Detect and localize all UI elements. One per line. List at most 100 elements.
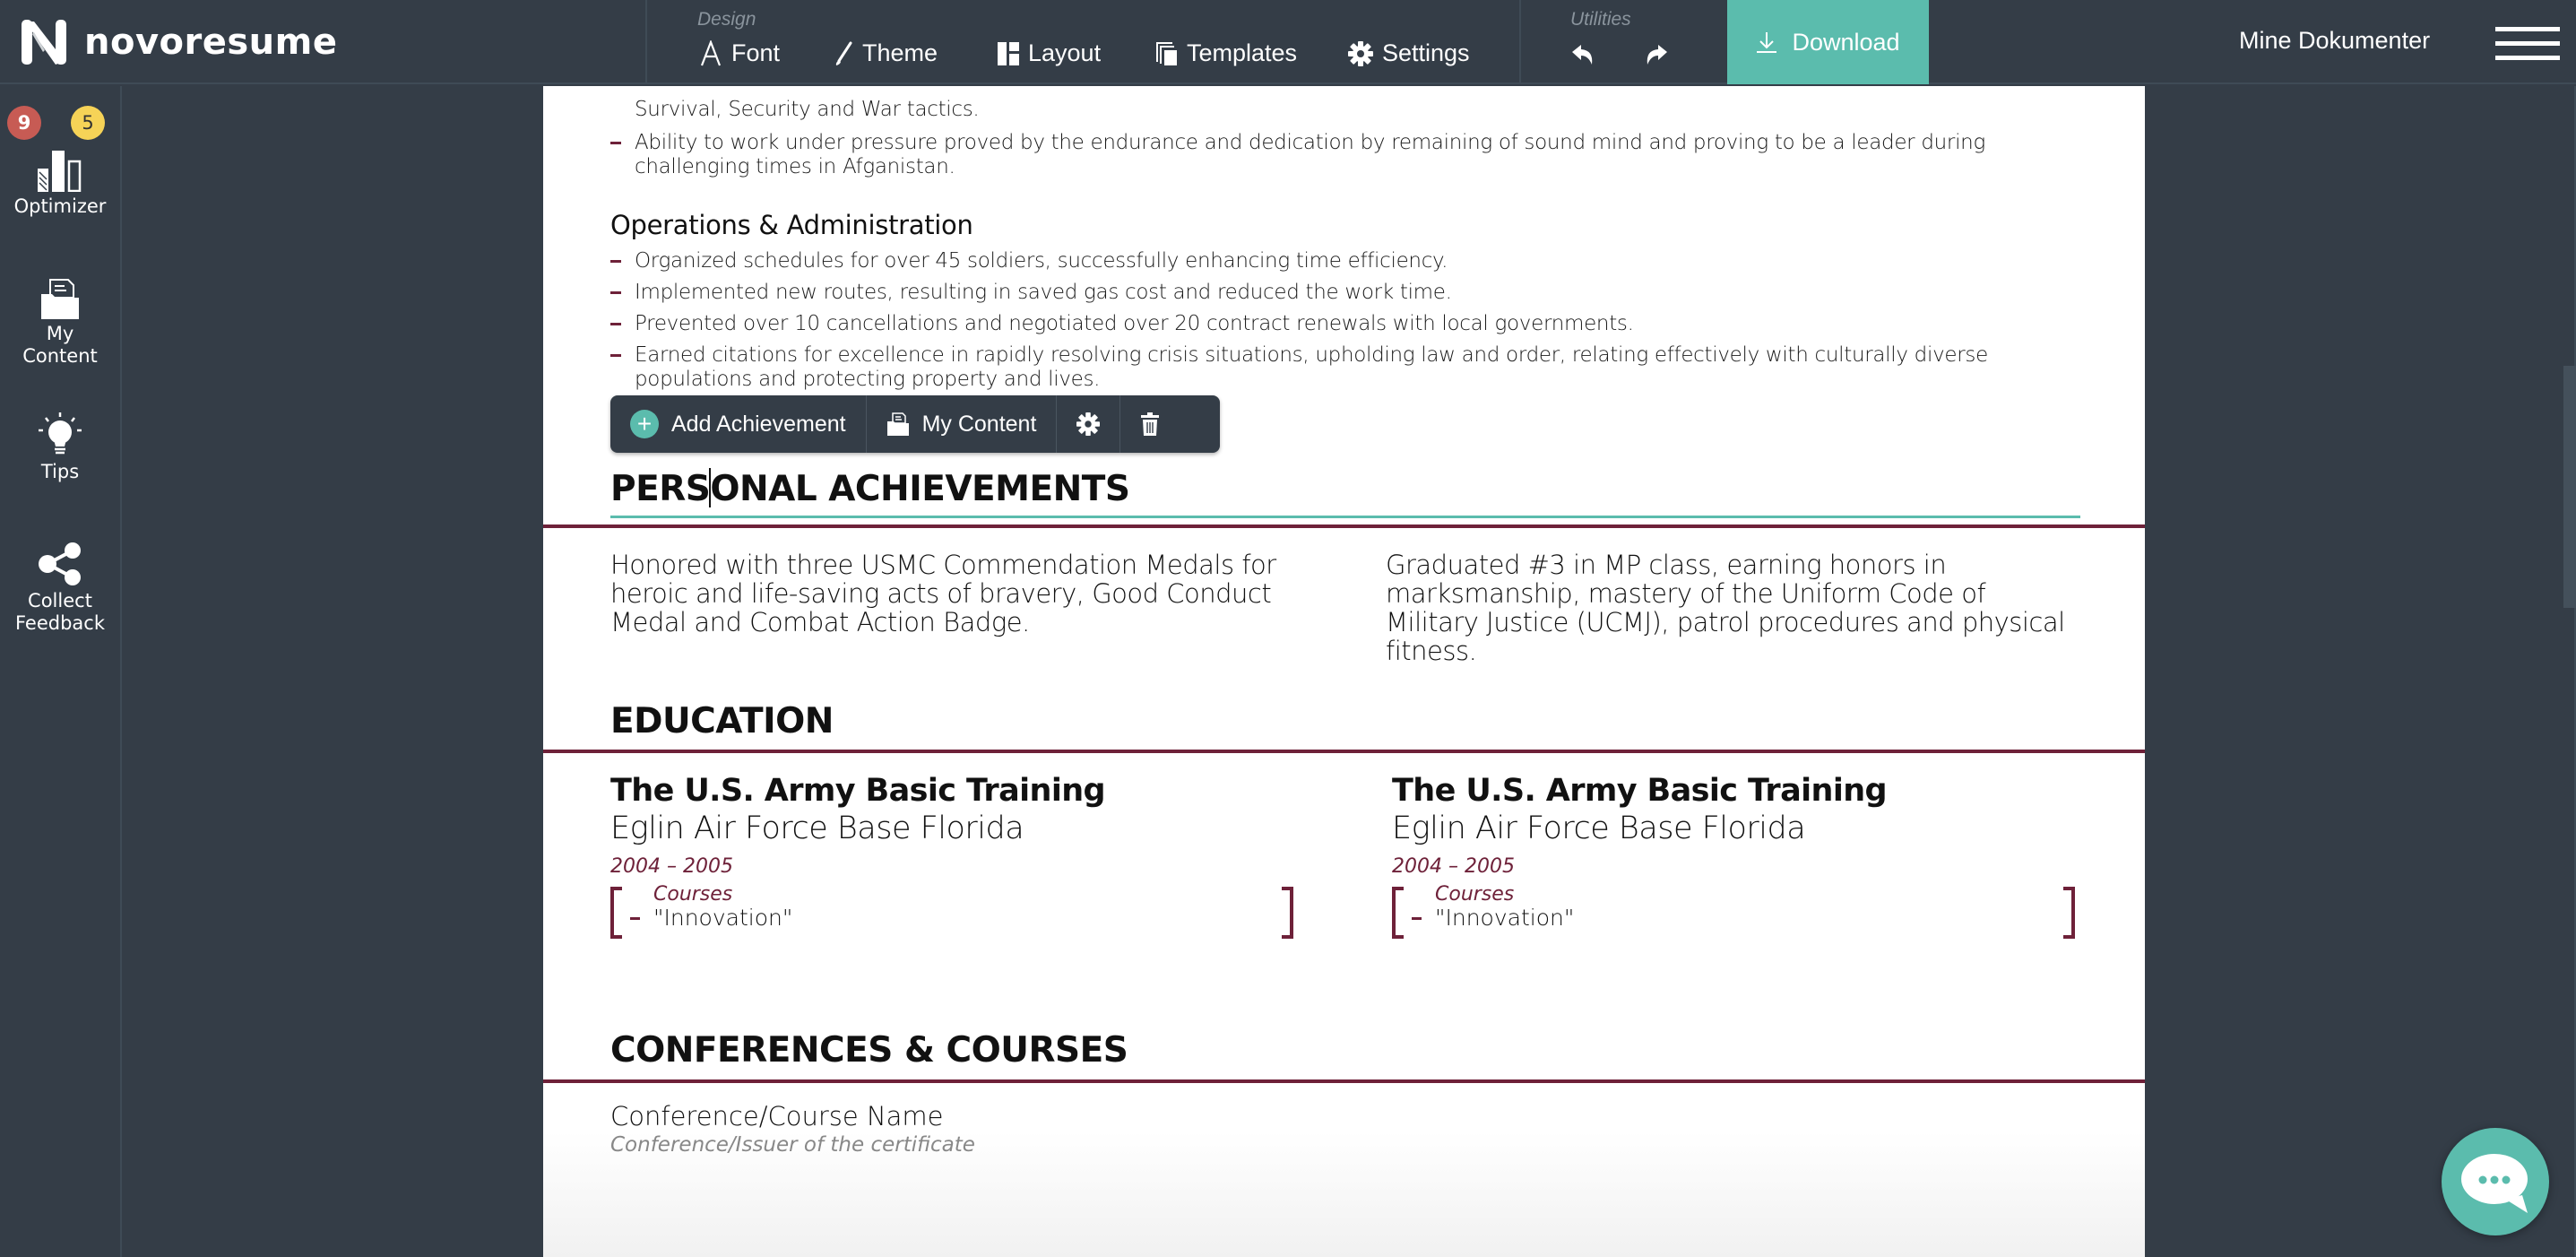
section-title-achievements[interactable]: PERSONAL ACHIEVEMENTS (610, 468, 2080, 509)
sidebar-item-label: Content (22, 345, 98, 367)
education-entry[interactable]: The U.S. Army Basic Training Eglin Air F… (1392, 773, 2075, 941)
conference-entry[interactable]: Conference/Course Name Conference/Issuer… (610, 1101, 2080, 1157)
chat-bubble-icon (2461, 1154, 2528, 1213)
courses-label: Courses (1435, 883, 1515, 906)
bullet-dash (610, 142, 621, 144)
bullet-item[interactable]: Implemented new routes, resulting in sav… (610, 281, 2080, 305)
my-content-label: My Content (921, 411, 1037, 437)
achievements-section-header: PERSONAL ACHIEVEMENTS (610, 468, 2080, 509)
redo-button[interactable] (1642, 43, 1669, 66)
sidebar-item-collect-feedback[interactable]: Collect Feedback (0, 542, 120, 635)
scrollbar-thumb[interactable] (2563, 366, 2576, 608)
sidebar-item-my-content[interactable]: My Content (0, 278, 120, 368)
design-group-label: Design (697, 9, 756, 30)
utilities-group-label: Utilities (1570, 9, 1631, 30)
bullet-text: Implemented new routes, resulting in sav… (635, 281, 1452, 304)
operations-subsection: Operations & Administration Organized sc… (610, 210, 2080, 392)
bullet-item[interactable]: Organized schedules for over 45 soldiers… (610, 249, 2080, 273)
hamburger-icon-line (2495, 41, 2560, 46)
section-divider (543, 750, 2145, 753)
bullet-text: Prevented over 10 cancellations and nego… (635, 312, 1634, 335)
conference-name-field[interactable]: Conference/Course Name (610, 1101, 2080, 1131)
settings-button[interactable]: Settings (1348, 39, 1470, 67)
education-entry[interactable]: The U.S. Army Basic Training Eglin Air F… (610, 773, 1293, 941)
course-item: "Innovation" (653, 905, 793, 931)
education-dates: 2004 – 2005 (1392, 855, 1515, 878)
courses-label: Courses (653, 883, 733, 906)
undo-button[interactable] (1570, 43, 1597, 66)
templates-icon (1156, 41, 1177, 65)
bullet-item[interactable]: Earned citations for excellence in rapid… (610, 343, 2080, 392)
education-dates: 2004 – 2005 (610, 855, 733, 878)
brand-logo[interactable]: novoresume (20, 18, 337, 66)
share-icon (39, 542, 81, 585)
bullet-item-partial[interactable]: . Survival, Security and War tactics. (610, 86, 2080, 122)
active-section-underline (610, 516, 2080, 518)
optimizer-errors-badge: 9 (7, 106, 41, 140)
bullet-item[interactable]: Prevented over 10 cancellations and nego… (610, 312, 2080, 336)
sidebar-item-label: Feedback (14, 612, 105, 634)
section-block-toolbar: + Add Achievement My Content (610, 395, 1220, 453)
folder-document-icon (41, 279, 79, 319)
achievement-item[interactable]: Honored with three USMC Commendation Med… (610, 550, 1305, 665)
download-icon (1757, 32, 1777, 53)
font-icon (700, 39, 722, 65)
chat-support-button[interactable] (2442, 1128, 2549, 1235)
courses-list: Courses "Innovation" (610, 883, 1293, 941)
settings-label: Settings (1382, 39, 1470, 66)
title-text-part: ONAL ACHIEVEMENTS (710, 469, 1130, 509)
left-bracket (610, 887, 622, 939)
brand-name: novoresume (84, 22, 338, 63)
toolbar-divider (1519, 0, 1521, 84)
achievement-item[interactable]: Graduated #3 in MP class, earning honors… (1386, 550, 2080, 665)
courses-list: Courses "Innovation" (1392, 883, 2075, 941)
my-documents-link[interactable]: Mine Dokumenter (2239, 27, 2430, 55)
section-settings-button[interactable] (1057, 395, 1121, 453)
right-bracket (2063, 887, 2075, 939)
title-text-part: PERS (610, 469, 711, 509)
trash-icon (1141, 412, 1160, 436)
operations-bullet-list: Organized schedules for over 45 soldiers… (610, 249, 2080, 392)
gear-icon (1076, 412, 1101, 436)
clipped-line: . (635, 86, 2080, 98)
download-button[interactable]: Download (1727, 0, 1929, 84)
optimizer-warnings-badge: 5 (71, 106, 105, 140)
menu-button[interactable] (2495, 27, 2560, 60)
layout-icon (998, 41, 1019, 65)
templates-label: Templates (1187, 39, 1298, 66)
font-button[interactable]: Font (699, 39, 780, 67)
bullet-dash (610, 323, 621, 325)
subsection-title[interactable]: Operations & Administration (610, 210, 2080, 240)
bullet-text: Ability to work under pressure proved by… (635, 131, 1985, 178)
add-achievement-button[interactable]: + Add Achievement (610, 395, 867, 453)
education-degree: The U.S. Army Basic Training (1392, 773, 1888, 809)
section-title-education[interactable]: EDUCATION (610, 701, 2080, 741)
right-bracket (1282, 887, 1293, 939)
bullet-dash (610, 291, 621, 294)
theme-button[interactable]: Theme (834, 39, 938, 67)
plus-circle-icon: + (630, 410, 659, 438)
conference-issuer-field[interactable]: Conference/Issuer of the certificate (610, 1133, 2080, 1157)
redo-icon (1647, 45, 1667, 65)
course-item: "Innovation" (1435, 905, 1575, 931)
bullet-text: Survival, Security and War tactics. (635, 98, 980, 121)
sidebar-item-label: Tips (40, 461, 80, 482)
lightbulb-icon (39, 412, 82, 455)
hamburger-icon-line (2495, 56, 2560, 60)
bullet-dash (610, 354, 621, 357)
bullet-item[interactable]: Ability to work under pressure proved by… (610, 131, 2080, 179)
bullet-text: Organized schedules for over 45 soldiers… (635, 249, 1448, 273)
layout-button[interactable]: Layout (998, 39, 1101, 67)
bullet-text: Earned citations for excellence in rapid… (635, 343, 1988, 391)
section-title-conferences[interactable]: CONFERENCES & COURSES (610, 1030, 2080, 1071)
section-divider (543, 524, 2145, 528)
brush-icon (835, 41, 852, 65)
my-content-button[interactable]: My Content (867, 395, 1058, 453)
sidebar-item-label: My (46, 323, 74, 344)
education-school: Eglin Air Force Base Florida (610, 811, 1024, 846)
sidebar-item-optimizer[interactable]: Optimizer (0, 151, 120, 218)
sidebar-item-tips[interactable]: Tips (0, 412, 120, 483)
delete-section-button[interactable] (1120, 395, 1180, 453)
left-bracket (1392, 887, 1404, 939)
templates-button[interactable]: Templates (1156, 39, 1297, 67)
